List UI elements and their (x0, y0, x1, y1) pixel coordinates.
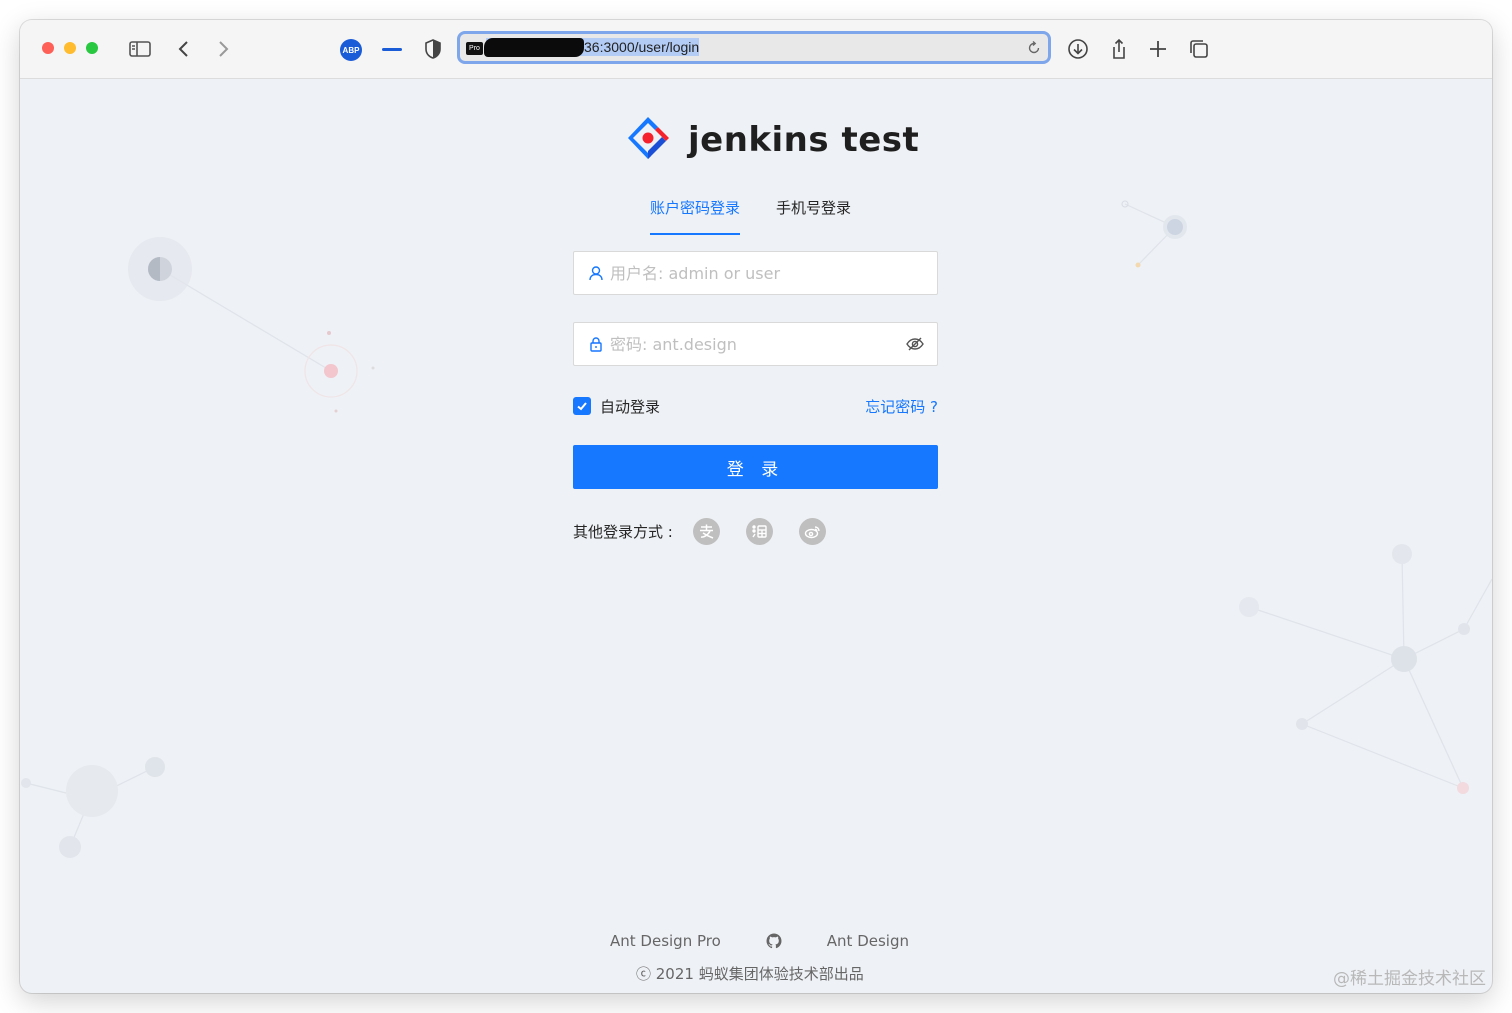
tab-account-password[interactable]: 账户密码登录 (650, 197, 741, 235)
other-login-label: 其他登录方式 : (573, 522, 673, 541)
login-button[interactable]: 登 录 (573, 445, 938, 489)
lock-icon (588, 336, 604, 352)
username-input[interactable] (608, 252, 937, 294)
zoom-window-button[interactable] (86, 42, 98, 54)
downloads-icon[interactable] (1065, 36, 1091, 62)
address-bar[interactable]: Pro 36:3000/user/login (457, 31, 1051, 64)
user-icon (588, 265, 604, 281)
auto-login-label[interactable]: 自动登录 (600, 396, 660, 417)
adblock-extension-icon[interactable]: ABP (340, 39, 362, 61)
back-icon[interactable] (171, 36, 197, 62)
taobao-icon[interactable] (745, 517, 773, 545)
tab-overview-icon[interactable] (1186, 36, 1212, 62)
password-input[interactable] (608, 323, 905, 365)
new-tab-icon[interactable] (1145, 36, 1171, 62)
minimize-window-button[interactable] (64, 42, 76, 54)
redacted-host (484, 38, 584, 57)
footer-links: Ant Design Pro Ant Design (610, 929, 909, 953)
forward-icon[interactable] (210, 36, 236, 62)
sidebar-toggle-icon[interactable] (127, 36, 153, 62)
alipay-icon[interactable] (692, 517, 720, 545)
browser-window: ABP Pro 36:3000/user/login jenkins test … (20, 20, 1492, 993)
auto-login-checkbox[interactable] (573, 397, 591, 415)
footer-link-ant-design[interactable]: Ant Design (827, 932, 909, 950)
login-page: jenkins test 账户密码登录 手机号登录 自动登录 (20, 79, 1492, 993)
login-options-row: 自动登录 忘记密码 ? (573, 395, 938, 417)
eye-invisible-icon[interactable] (905, 334, 925, 354)
app-header: jenkins test (622, 112, 919, 168)
footer-link-ant-design-pro[interactable]: Ant Design Pro (610, 932, 721, 950)
close-window-button[interactable] (42, 42, 54, 54)
site-favicon: Pro (466, 42, 483, 55)
tab-phone[interactable]: 手机号登录 (776, 197, 851, 235)
reload-icon[interactable] (1026, 40, 1042, 56)
privacy-shield-icon[interactable] (420, 36, 446, 62)
forgot-password-link[interactable]: 忘记密码 ? (865, 396, 938, 417)
browser-toolbar: ABP Pro 36:3000/user/login (20, 20, 1492, 79)
copyright-text: ⓒ 2021 蚂蚁集团体验技术部出品 (636, 965, 864, 983)
share-icon[interactable] (1106, 36, 1132, 62)
login-tabs: 账户密码登录 手机号登录 (650, 197, 887, 235)
username-field (573, 251, 938, 295)
password-field (573, 322, 938, 366)
app-title: jenkins test (688, 120, 920, 160)
other-login-methods: 其他登录方式 : (573, 517, 852, 545)
watermark-text: @稀土掘金技术社区 (1333, 969, 1486, 989)
weibo-icon[interactable] (798, 517, 826, 545)
extension-dash-icon[interactable] (382, 48, 402, 51)
github-icon[interactable] (765, 932, 783, 950)
ant-design-logo-icon (628, 117, 669, 159)
